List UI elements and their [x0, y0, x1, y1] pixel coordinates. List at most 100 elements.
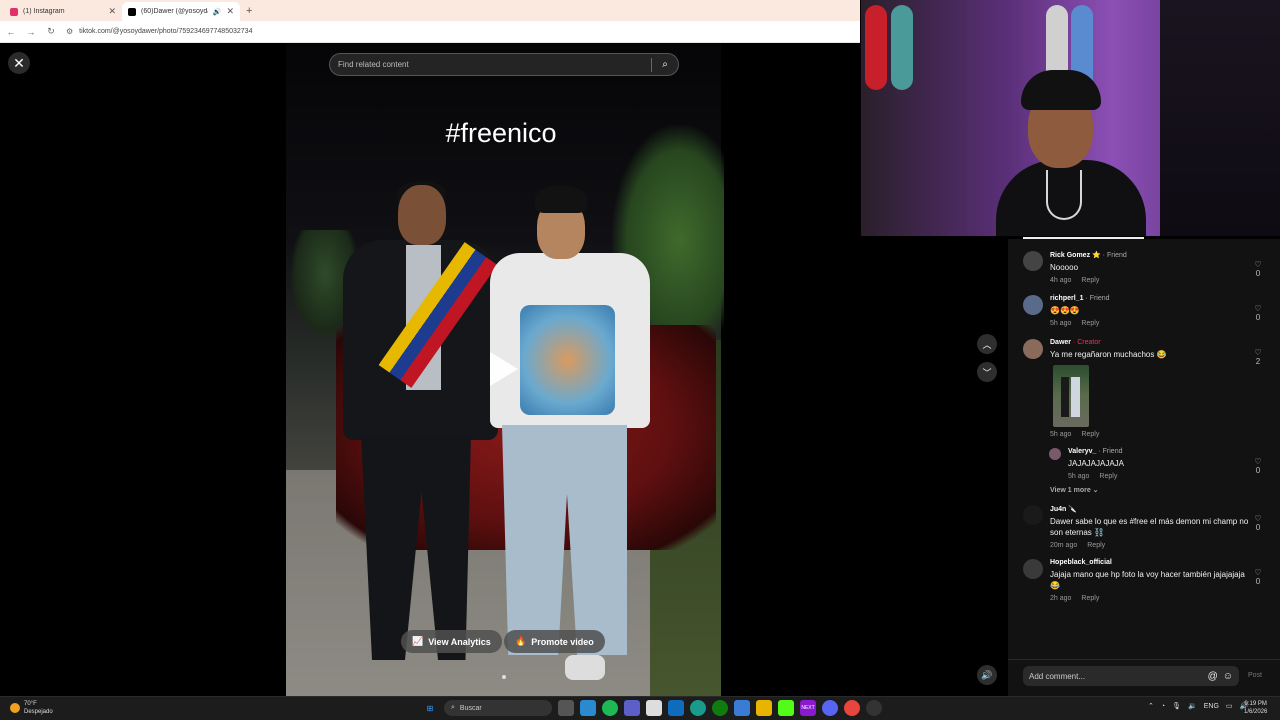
comment-username[interactable]: Ju4n 🔪	[1050, 506, 1077, 513]
tray-volume-icon[interactable]: 🔉	[1188, 702, 1197, 710]
taskbar-search[interactable]: ⌕ Buscar	[444, 700, 552, 716]
tab-tiktok[interactable]: (60)Dawer (@yosoydawer) | T 🔊 ✕	[122, 2, 240, 21]
skateboard-deck	[865, 5, 887, 90]
reply-button[interactable]: Reply	[1081, 431, 1099, 438]
comment-time: 5h ago	[1050, 320, 1072, 327]
promote-video-button[interactable]: 🔥 Promote video	[504, 630, 605, 653]
close-tab-icon[interactable]: ✕	[226, 6, 234, 17]
comment-time: 20m ago	[1050, 542, 1078, 549]
copilot-icon[interactable]	[580, 700, 596, 716]
like-button[interactable]: ♡ 2	[1252, 348, 1264, 366]
avatar[interactable]	[1023, 559, 1043, 579]
forward-icon[interactable]: →	[26, 27, 36, 37]
webcam-overlay	[861, 0, 1280, 236]
related-search-bar[interactable]: Find related content ⌕	[329, 53, 679, 76]
site-info-icon[interactable]: ⚙	[66, 27, 73, 36]
weather-widget[interactable]: 70°F Despejado	[10, 700, 53, 716]
system-tray: ⌃ ◔ 🎙 🔉 ENG ▭ 🔊	[1148, 702, 1248, 711]
comment-tag: · Friend	[1083, 295, 1110, 302]
file-explorer-icon[interactable]	[756, 700, 772, 716]
photo-person-left	[343, 181, 498, 670]
avatar[interactable]	[1023, 251, 1043, 271]
view-analytics-label: View Analytics	[428, 636, 491, 647]
tray-app-icon[interactable]: ◔	[1161, 703, 1165, 710]
avatar[interactable]	[1023, 295, 1043, 315]
avatar[interactable]	[1049, 448, 1061, 460]
view-more-replies-button[interactable]: View 1 more ⌄	[1050, 486, 1099, 494]
mention-icon[interactable]: @	[1208, 671, 1218, 682]
play-icon[interactable]	[490, 352, 518, 386]
kick-icon[interactable]	[778, 700, 794, 716]
tiktok-icon	[128, 7, 136, 16]
tab-instagram[interactable]: (1) Instagram ✕	[4, 2, 122, 21]
start-icon[interactable]: ⊞	[422, 700, 438, 716]
next-app-icon[interactable]: NEXT	[800, 700, 816, 716]
clock[interactable]: 9:19 PM 1/6/2026	[1244, 700, 1267, 716]
url-field[interactable]: ⚙ tiktok.com/@yosoydawer/photo/759234697…	[66, 27, 252, 36]
obs-icon[interactable]	[866, 700, 882, 716]
mic-icon[interactable]: 🎙	[1172, 702, 1181, 710]
clock-time: 9:19 PM	[1244, 701, 1267, 707]
comment-username[interactable]: Hopeblack_official	[1050, 559, 1112, 566]
like-button[interactable]: ♡ 0	[1252, 304, 1264, 322]
comment-username[interactable]: richperl_1	[1050, 295, 1083, 302]
calendar-icon[interactable]	[646, 700, 662, 716]
like-button[interactable]: ♡ 0	[1252, 260, 1264, 278]
reply-button[interactable]: Reply	[1081, 320, 1099, 327]
spotify-icon[interactable]	[602, 700, 618, 716]
network-icon[interactable]: ▭	[1226, 702, 1233, 710]
comment-tag: · Friend	[1096, 448, 1123, 455]
reply-button[interactable]: Reply	[1087, 542, 1105, 549]
comment-username[interactable]: Valeryv_	[1068, 448, 1096, 455]
comment-time: 2h ago	[1050, 595, 1072, 602]
like-count: 0	[1255, 523, 1261, 532]
reply-button[interactable]: Reply	[1081, 277, 1099, 284]
chevron-up-icon[interactable]: ⌃	[1148, 702, 1154, 710]
heart-icon: ♡	[1254, 348, 1262, 357]
speaker-icon[interactable]: 🔊	[213, 8, 222, 16]
streamer	[996, 70, 1146, 236]
reply-button[interactable]: Reply	[1081, 595, 1099, 602]
post-button[interactable]: Post	[1248, 672, 1262, 679]
discord-icon[interactable]	[822, 700, 838, 716]
avatar[interactable]	[1023, 339, 1043, 359]
comment-tag: · Creator	[1071, 339, 1101, 346]
xbox-icon[interactable]	[712, 700, 728, 716]
search-input[interactable]: Find related content	[338, 60, 651, 69]
photos-icon[interactable]	[734, 700, 750, 716]
task-view-icon[interactable]	[558, 700, 574, 716]
search-icon[interactable]: ⌕	[652, 59, 678, 70]
emoji-icon[interactable]: ☺	[1223, 671, 1233, 682]
reply-button[interactable]: Reply	[1099, 473, 1117, 480]
comment-username[interactable]: Dawer	[1050, 339, 1071, 346]
next-post-button[interactable]: ﹀	[977, 362, 997, 382]
sneaker-shelf	[1160, 0, 1280, 236]
new-tab-button[interactable]: +	[246, 5, 252, 17]
previous-post-button[interactable]: ︿	[977, 334, 997, 354]
close-viewer-button[interactable]: ✕	[8, 52, 30, 74]
volume-button[interactable]: 🔊	[977, 665, 997, 685]
like-button[interactable]: ♡ 0	[1252, 457, 1264, 475]
language-indicator[interactable]: ENG	[1204, 703, 1219, 710]
close-tab-icon[interactable]: ✕	[108, 6, 116, 17]
like-button[interactable]: ♡ 0	[1252, 514, 1264, 532]
comment-image-thumbnail[interactable]	[1053, 365, 1089, 427]
chrome-icon[interactable]	[844, 700, 860, 716]
edge-icon[interactable]	[690, 700, 706, 716]
comment-input[interactable]: Add comment... @ ☺	[1023, 666, 1239, 686]
teams-icon[interactable]	[624, 700, 640, 716]
view-analytics-button[interactable]: 📈 View Analytics	[401, 630, 502, 653]
comment-text: Jajaja mano que hp foto la voy hacer tam…	[1050, 570, 1245, 590]
back-icon[interactable]: ←	[6, 27, 16, 37]
viewer-side-gutter	[860, 236, 1008, 696]
avatar[interactable]	[1023, 505, 1043, 525]
weather-icon	[10, 703, 20, 713]
add-comment-bar: Add comment... @ ☺ Post	[1008, 659, 1280, 696]
reload-icon[interactable]: ↻	[46, 26, 56, 37]
like-count: 0	[1255, 577, 1261, 586]
url-text: tiktok.com/@yosoydawer/photo/75923469774…	[79, 28, 253, 35]
comment-username[interactable]: Rick Gomez ⭐	[1050, 252, 1101, 259]
like-button[interactable]: ♡ 0	[1252, 568, 1264, 586]
outlook-icon[interactable]	[668, 700, 684, 716]
like-count: 0	[1255, 313, 1261, 322]
